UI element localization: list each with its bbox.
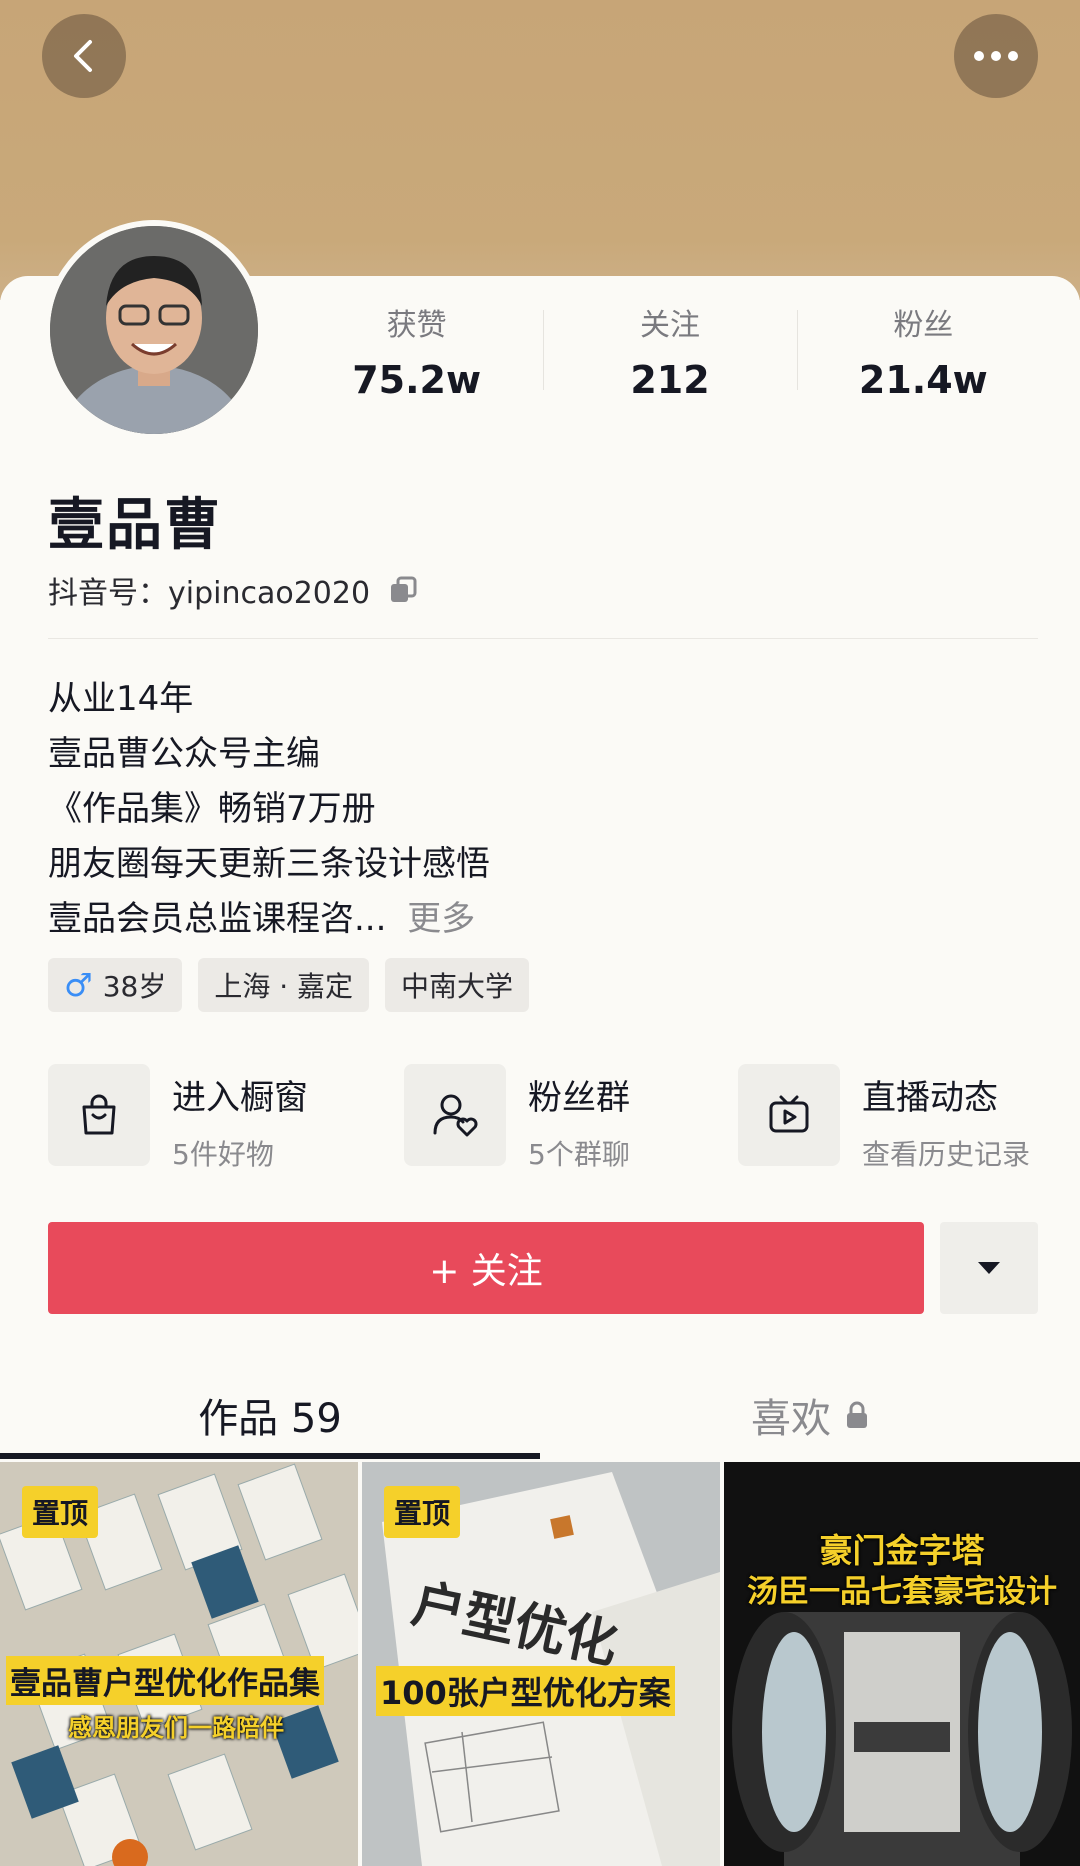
male-icon: ♂ xyxy=(64,966,93,1004)
profile-tags: ♂ 38岁 上海 · 嘉定 中南大学 xyxy=(48,958,530,1012)
video-caption-line-1: 豪门金字塔 xyxy=(819,1531,985,1570)
pinned-badge: 置顶 xyxy=(22,1486,99,1538)
avatar-photo xyxy=(50,226,258,434)
tab-likes[interactable]: 喜欢 xyxy=(540,1370,1080,1460)
entry-fan-group[interactable]: 粉丝群 5个群聊 xyxy=(404,1064,630,1171)
bio-line: 朋友圈每天更新三条设计感悟 xyxy=(48,844,490,884)
pinned-badge: 置顶 xyxy=(384,1486,461,1538)
divider xyxy=(48,638,1038,639)
entry-showcase[interactable]: 进入橱窗 5件好物 xyxy=(48,1064,308,1171)
video-thumbnail-1[interactable]: 置顶 壹品曹户型优化作品集 感恩朋友们一路陪伴 xyxy=(0,1462,358,1866)
profile-name: 壹品曹 xyxy=(48,493,222,558)
recommend-dropdown-button[interactable] xyxy=(940,1222,1038,1314)
tag-text: 上海 · 嘉定 xyxy=(214,970,354,1003)
more-button[interactable] xyxy=(954,14,1038,98)
entry-title: 进入橱窗 xyxy=(172,1078,308,1118)
tag-text: 38岁 xyxy=(102,970,167,1003)
entry-subtitle: 查看历史记录 xyxy=(862,1138,1031,1171)
tab-label: 作品 59 xyxy=(198,1396,342,1442)
profile-stats: 获赞 75.2w 关注 212 粉丝 21.4w xyxy=(290,300,1050,410)
lock-icon xyxy=(847,1401,867,1428)
entry-subtitle: 5件好物 xyxy=(172,1138,274,1171)
tab-works[interactable]: 作品 59 xyxy=(0,1370,540,1460)
shopping-bag-icon xyxy=(48,1064,150,1166)
video-caption: 100张户型优化方案 xyxy=(376,1666,675,1716)
stat-label: 关注 xyxy=(639,308,700,343)
uid-row: 抖音号：yipincao2020 xyxy=(48,568,418,612)
avatar[interactable] xyxy=(44,220,264,440)
more-dots-icon xyxy=(974,51,1018,61)
video-subcaption: 感恩朋友们一路陪伴 xyxy=(68,1714,284,1742)
fan-group-icon xyxy=(404,1064,506,1166)
tag-location: 上海 · 嘉定 xyxy=(198,958,370,1012)
bio-line-text: 壹品会员总监课程咨... xyxy=(48,899,387,939)
tab-active-indicator xyxy=(0,1453,540,1459)
entry-title: 粉丝群 xyxy=(528,1078,630,1118)
tag-text: 中南大学 xyxy=(401,970,514,1003)
stat-value: 75.2w xyxy=(352,358,482,402)
bio-line: 《作品集》畅销7万册 xyxy=(48,789,376,829)
video-thumbnail-3[interactable]: 豪门金字塔 汤臣一品七套豪宅设计 xyxy=(724,1462,1080,1866)
copy-icon[interactable] xyxy=(388,575,418,605)
video-thumbnail-2[interactable]: 户型优化 置顶 100张户型优化方案 xyxy=(362,1462,720,1866)
bio-line-last: 壹品会员总监课程咨... 更多 xyxy=(48,892,490,947)
stat-following[interactable]: 关注 212 xyxy=(543,300,796,410)
thumbnail-image xyxy=(724,1462,1080,1866)
tag-school: 中南大学 xyxy=(385,958,530,1012)
caret-down-icon xyxy=(978,1262,1000,1274)
chevron-left-icon xyxy=(74,40,92,72)
stat-label: 粉丝 xyxy=(893,308,954,343)
stat-value: 21.4w xyxy=(858,358,988,402)
stat-likes[interactable]: 获赞 75.2w xyxy=(290,300,543,410)
video-caption-line-2: 汤臣一品七套豪宅设计 xyxy=(747,1574,1057,1610)
entry-title: 直播动态 xyxy=(862,1078,998,1118)
uid-text: 抖音号：yipincao2020 xyxy=(48,576,371,611)
bio-line: 从业14年 xyxy=(48,679,194,719)
tab-label: 喜欢 xyxy=(751,1396,831,1442)
content-tabs: 作品 59 喜欢 xyxy=(0,1370,1080,1460)
entry-live[interactable]: 直播动态 查看历史记录 xyxy=(738,1064,1031,1171)
back-button[interactable] xyxy=(42,14,126,98)
bio-line: 壹品曹公众号主编 xyxy=(48,734,320,774)
tag-age: ♂ 38岁 xyxy=(48,958,183,1012)
bio: 从业14年 壹品曹公众号主编 《作品集》畅销7万册 朋友圈每天更新三条设计感悟 … xyxy=(48,672,490,947)
video-grid: 置顶 壹品曹户型优化作品集 感恩朋友们一路陪伴 户型优化 置顶 100张户型优化… xyxy=(0,1462,1080,1866)
live-tv-icon xyxy=(738,1064,840,1166)
stat-label: 获赞 xyxy=(386,308,447,343)
video-caption: 壹品曹户型优化作品集 xyxy=(6,1656,324,1705)
follow-button[interactable]: + 关注 xyxy=(48,1222,924,1314)
entry-cards: 进入橱窗 5件好物 粉丝群 5个群聊 直播动态 查看历史记录 xyxy=(48,1064,1058,1171)
stat-value: 212 xyxy=(630,358,710,402)
stat-followers[interactable]: 粉丝 21.4w xyxy=(796,300,1050,410)
bio-more-link[interactable]: 更多 xyxy=(407,899,475,939)
entry-subtitle: 5个群聊 xyxy=(528,1138,630,1171)
